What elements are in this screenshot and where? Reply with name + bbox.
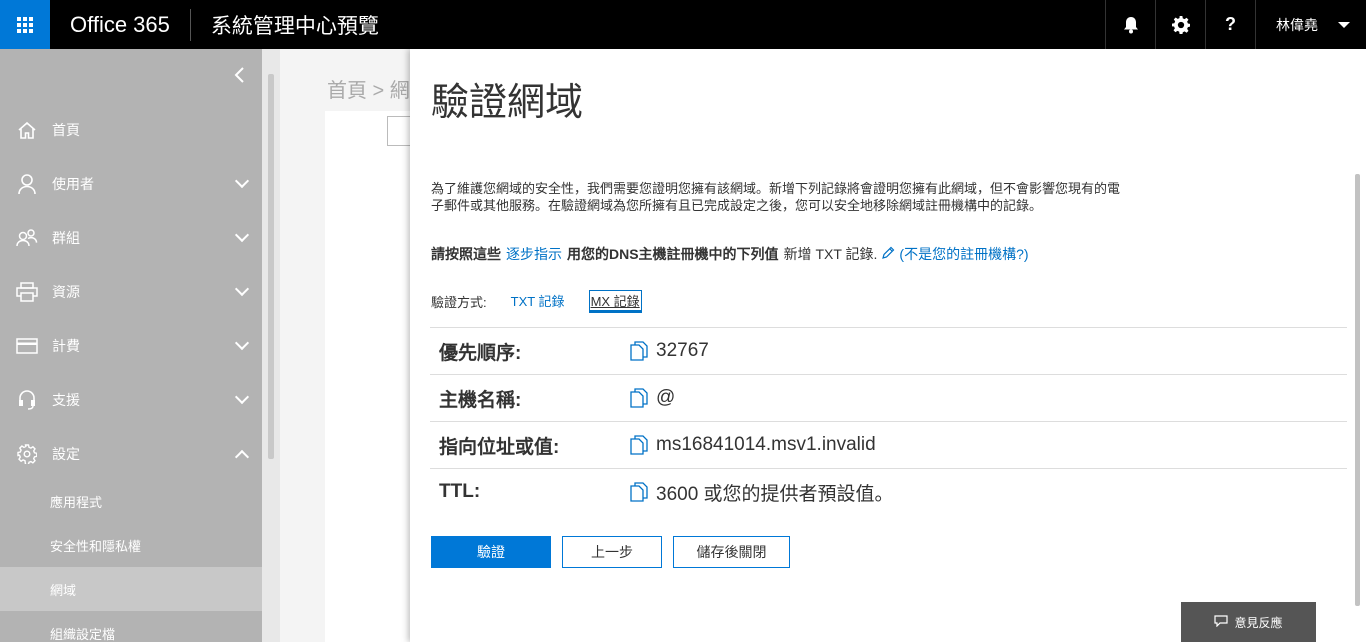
home-icon [0, 120, 52, 140]
sidebar-item-home[interactable]: 首頁 [0, 103, 262, 157]
sidebar-subitem-apps[interactable]: 應用程式 [0, 479, 262, 523]
gear-icon [1171, 15, 1190, 34]
sidebar-scrollbar[interactable] [262, 49, 280, 642]
bell-icon [1123, 16, 1138, 33]
chevron-down-icon [222, 173, 262, 189]
sidebar-subitem-security-privacy[interactable]: 安全性和隱私權 [0, 523, 262, 567]
method-label: 驗證方式: [431, 295, 487, 310]
sidebar: 首頁 使用者 群組 資源 計費 支援 設定 應用程式 安全性和隱私權 網域 組織… [0, 49, 262, 642]
record-key: 指向位址或值: [439, 436, 560, 458]
chevron-down-icon [222, 281, 262, 297]
app-launcher-button[interactable] [0, 0, 50, 49]
record-value: 3600 或您的提供者預設值。 [656, 483, 894, 505]
record-value: @ [656, 387, 676, 408]
instruction-suffix: 新增 TXT 記錄. [783, 246, 878, 262]
sidebar-item-users[interactable]: 使用者 [0, 157, 262, 211]
table-row: TTL: 3600 或您的提供者預設值。 [430, 468, 1347, 515]
record-value: ms16841014.msv1.invalid [656, 434, 876, 455]
comment-icon [1214, 614, 1229, 630]
back-button[interactable]: 上一步 [562, 536, 662, 568]
flyout-scrollbar[interactable] [1355, 174, 1360, 606]
chevron-left-icon [234, 67, 244, 83]
feedback-button[interactable]: 意見反應 [1181, 602, 1316, 642]
help-button[interactable]: ? [1205, 0, 1255, 49]
app-title: 系統管理中心預覽 [210, 14, 379, 38]
chevron-up-icon [222, 446, 262, 465]
settings-button[interactable] [1155, 0, 1205, 49]
table-row: 主機名稱: @ [430, 374, 1347, 421]
sidebar-item-label: 使用者 [52, 176, 94, 192]
sidebar-item-label: 資源 [52, 284, 80, 300]
verify-description: 為了維護您網域的安全性，我們需要您證明您擁有該網域。新增下列記錄將會證明您擁有此… [431, 181, 1121, 213]
not-your-registrar-link[interactable]: (不是您的註冊機構?) [899, 244, 1028, 264]
headset-icon [0, 389, 52, 411]
waffle-icon [17, 16, 33, 33]
table-row: 指向位址或值: ms16841014.msv1.invalid [430, 421, 1347, 468]
sidebar-item-label: 首頁 [52, 122, 80, 138]
sidebar-item-settings[interactable]: 設定 [0, 427, 262, 481]
record-key: 優先順序: [439, 342, 522, 364]
tab-txt-record[interactable]: TXT 記錄 [511, 291, 565, 312]
collapse-sidebar-button[interactable] [234, 63, 244, 89]
sidebar-item-billing[interactable]: 計費 [0, 319, 262, 373]
user-menu[interactable]: 林偉堯 [1255, 0, 1366, 49]
sidebar-item-label: 支援 [52, 392, 80, 408]
record-value: 32767 [656, 340, 709, 361]
printer-icon [0, 282, 52, 302]
step-by-step-link[interactable]: 逐步指示 [506, 244, 562, 264]
notifications-button[interactable] [1105, 0, 1155, 49]
sidebar-item-groups[interactable]: 群組 [0, 211, 262, 265]
user-icon [0, 173, 52, 195]
page-title: 驗證網域 [431, 80, 584, 124]
sidebar-item-resources[interactable]: 資源 [0, 265, 262, 319]
verify-domain-flyout: 驗證網域 為了維護您網域的安全性，我們需要您證明您擁有該網域。新增下列記錄將會證… [410, 49, 1366, 642]
copy-icon[interactable] [630, 341, 648, 361]
verify-button[interactable]: 驗證 [431, 536, 551, 568]
tab-mx-record[interactable]: MX 記錄 [588, 290, 642, 313]
verification-method: 驗證方式: TXT 記錄 MX 記錄 [431, 290, 666, 313]
record-key: TTL: [439, 481, 481, 502]
sidebar-item-label: 計費 [52, 338, 80, 354]
save-close-button[interactable]: 儲存後關閉 [673, 536, 790, 568]
gear-icon [0, 444, 52, 464]
caret-down-icon [1338, 21, 1350, 28]
help-icon: ? [1225, 14, 1236, 34]
group-icon [0, 228, 52, 248]
chevron-down-icon [222, 335, 262, 351]
instruction-line: 請按照這些 逐步指示 用您的DNS主機註冊機中的下列值 新增 TXT 記錄. (… [431, 244, 1034, 264]
copy-icon[interactable] [630, 435, 648, 455]
sidebar-subitem-domains[interactable]: 網域 [0, 567, 262, 611]
record-key: 主機名稱: [439, 389, 522, 411]
brand-name[interactable]: Office 365 [50, 0, 190, 49]
feedback-label: 意見反應 [1234, 615, 1283, 630]
sidebar-item-support[interactable]: 支援 [0, 373, 262, 427]
copy-icon[interactable] [630, 482, 648, 502]
chevron-down-icon [222, 389, 262, 405]
table-row: 優先順序: 32767 [430, 327, 1347, 374]
breadcrumb: 首頁 > 網 [327, 80, 410, 102]
instruction-prefix: 請按照這些 [431, 246, 501, 262]
credit-card-icon [0, 338, 52, 354]
copy-icon[interactable] [630, 388, 648, 408]
record-table: 優先順序: 32767 主機名稱: @ 指向位址或值: ms16841014.m… [430, 327, 1347, 515]
instruction-middle: 用您的DNS主機註冊機中的下列值 [567, 246, 779, 262]
sidebar-subitem-org-profile[interactable]: 組織設定檔 [0, 611, 262, 642]
pencil-icon[interactable] [881, 246, 895, 263]
user-name: 林偉堯 [1276, 16, 1318, 33]
sidebar-item-label: 群組 [52, 230, 80, 246]
sidebar-item-label: 設定 [52, 446, 80, 462]
top-bar: Office 365 系統管理中心預覽 ? 林偉堯 [0, 0, 1366, 49]
chevron-down-icon [222, 227, 262, 243]
sidebar-scrollbar-thumb[interactable] [268, 74, 274, 459]
action-buttons: 驗證 上一步 儲存後關閉 [431, 536, 801, 568]
